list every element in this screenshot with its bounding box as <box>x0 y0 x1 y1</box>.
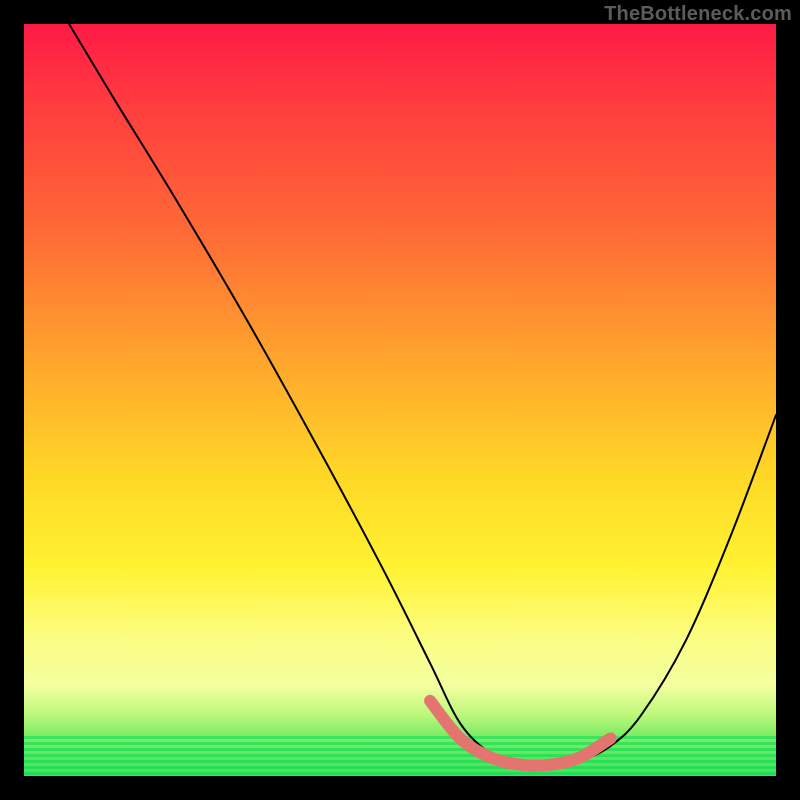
chart-frame: TheBottleneck.com <box>0 0 800 800</box>
bottleneck-curve-line <box>69 24 776 770</box>
bottleneck-curve-svg <box>24 24 776 776</box>
optimal-trough-highlight <box>430 701 610 766</box>
watermark-text: TheBottleneck.com <box>604 3 792 26</box>
